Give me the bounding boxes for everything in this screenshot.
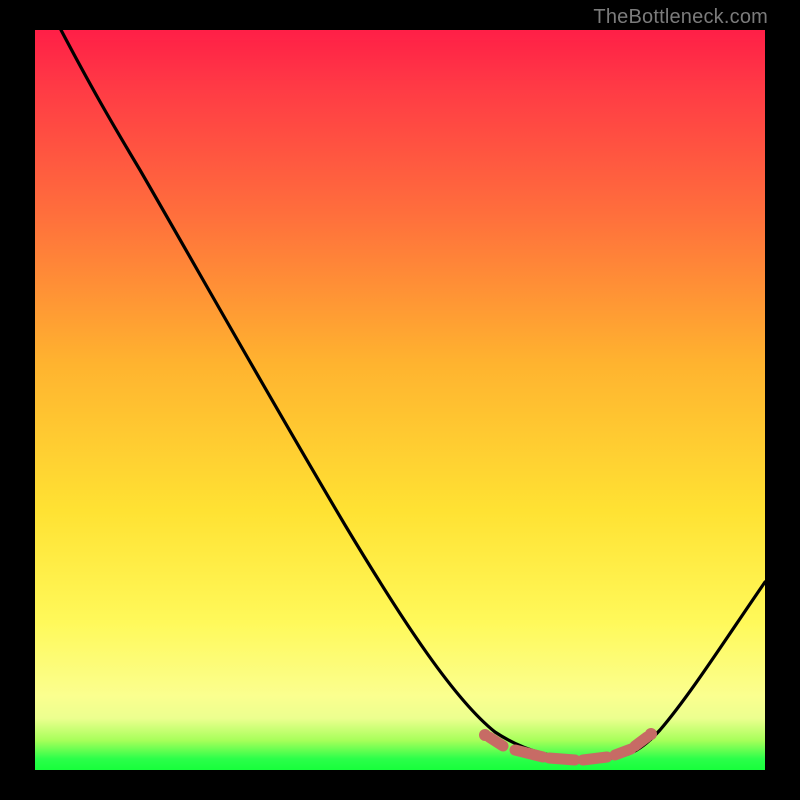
watermark-text: TheBottleneck.com xyxy=(593,6,768,29)
chart-svg xyxy=(35,30,765,770)
bottleneck-curve xyxy=(61,30,765,759)
optimal-zone-markers xyxy=(489,737,647,760)
chart-frame: TheBottleneck.com xyxy=(0,0,800,800)
